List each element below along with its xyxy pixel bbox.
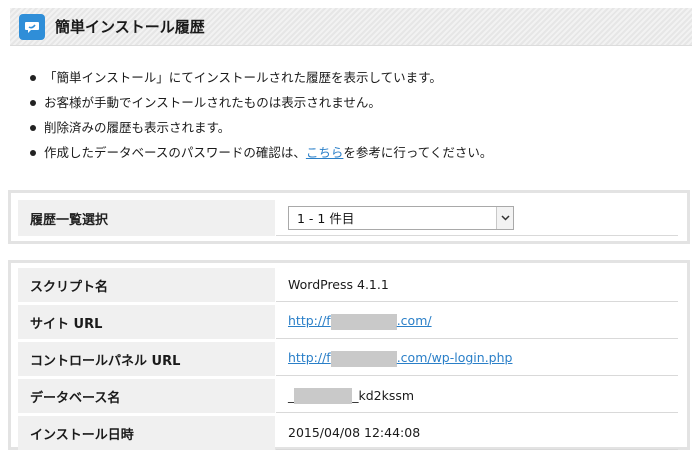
chevron-down-icon[interactable] [496, 206, 513, 229]
script-name-label: スクリプト名 [18, 268, 275, 302]
section-header: 簡単インストール履歴 [10, 8, 692, 46]
table-row: サイト URL http://f .com/ [18, 305, 678, 339]
install-date-value: 2015/04/08 12:44:08 [276, 416, 678, 450]
notes-list: 「簡単インストール」にてインストールされた履歴を表示しています。 お客様が手動で… [30, 70, 690, 170]
note-text: を参考に行ってください。 [343, 145, 493, 160]
redaction [330, 313, 397, 330]
page-title: 簡単インストール履歴 [55, 18, 205, 36]
table-row: コントロールパネル URL http://f .com/wp-login.php [18, 342, 678, 376]
database-name-label: データベース名 [18, 379, 275, 413]
note-item: 削除済みの履歴も表示されます。 [30, 120, 690, 145]
control-panel-url-cell: http://f .com/wp-login.php [276, 342, 678, 376]
install-info-table: スクリプト名 WordPress 4.1.1 サイト URL http://f.… [8, 260, 690, 450]
install-date-label: インストール日時 [18, 416, 275, 450]
chat-bubble-icon [19, 13, 45, 40]
site-url-cell: http://f .com/ [276, 305, 678, 339]
script-name-value: WordPress 4.1.1 [276, 268, 678, 302]
database-name-cell: _ _kd2kssm [276, 379, 678, 413]
site-url-label: サイト URL [18, 305, 275, 339]
note-item: 作成したデータベースのパスワードの確認は、こちらを参考に行ってください。 [30, 145, 690, 170]
note-item: 「簡単インストール」にてインストールされた履歴を表示しています。 [30, 70, 690, 95]
reference-link[interactable]: こちら [306, 145, 344, 160]
history-select-panel: 履歴一覧選択 1 - 1 件目 [8, 190, 690, 244]
history-select-value: 1 - 1 件目 [297, 211, 355, 226]
history-select-cell: 1 - 1 件目 [276, 200, 678, 236]
redaction [294, 387, 353, 404]
table-row: インストール日時 2015/04/08 12:44:08 [18, 416, 678, 450]
table-row: スクリプト名 WordPress 4.1.1 [18, 268, 678, 302]
history-select-dropdown[interactable]: 1 - 1 件目 [288, 205, 514, 230]
note-text: 作成したデータベースのパスワードの確認は、 [44, 145, 306, 160]
history-select-label: 履歴一覧選択 [18, 200, 275, 236]
control-panel-url-label: コントロールパネル URL [18, 342, 275, 376]
table-row: データベース名 _ _kd2kssm [18, 379, 678, 413]
control-panel-url-link[interactable]: http://f .com/wp-login.php [288, 350, 512, 367]
note-item: お客様が手動でインストールされたものは表示されません。 [30, 95, 690, 120]
site-url-link[interactable]: http://f .com/ [288, 313, 432, 330]
redaction [330, 350, 397, 367]
